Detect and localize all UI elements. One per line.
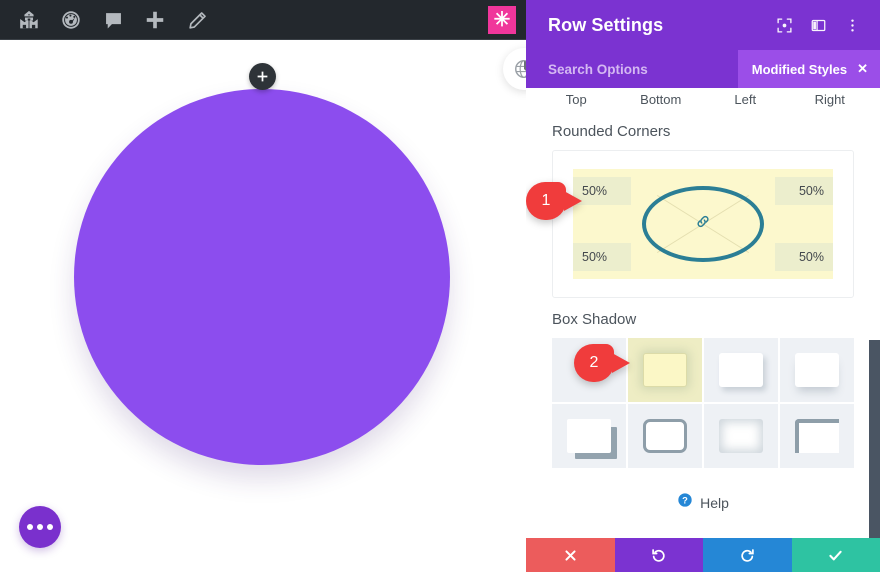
globe-icon[interactable] — [503, 48, 526, 90]
admin-bar-icon-group — [0, 0, 218, 40]
callout-tip — [612, 353, 630, 373]
undo-button[interactable] — [614, 538, 703, 572]
new-content-icon[interactable] — [134, 0, 176, 40]
shadow-preset-hard-offset-preview — [567, 419, 611, 453]
shadow-preset-corner-bracket-preview — [795, 419, 839, 453]
box-shadow-title: Box Shadow — [552, 311, 637, 328]
corner-input-top-right[interactable]: 50% — [775, 177, 833, 205]
screenshot-root: ✳ Row Settings Search Options Modified S… — [0, 0, 880, 572]
rounded-corners-frame: 50% 50% 50% 50% — [552, 150, 854, 298]
panel-scrollbar[interactable] — [869, 88, 880, 538]
save-button[interactable] — [791, 538, 880, 572]
shadow-preset-drop-right[interactable] — [704, 338, 778, 402]
spacing-side-labels: Top Bottom Left Right — [526, 88, 880, 110]
shadow-preset-soft-glow[interactable] — [628, 338, 702, 402]
box-shadow-section: Box Shadow — [526, 311, 880, 468]
admin-bar-right: ✳ — [488, 6, 526, 34]
rounded-corners-title: Rounded Corners — [552, 123, 671, 140]
corner-preview-oval — [642, 186, 764, 262]
modified-styles-label: Modified Styles — [751, 61, 848, 77]
shadow-preset-outline[interactable] — [628, 404, 702, 468]
callout-tip — [564, 191, 582, 211]
shadow-preset-outline-preview — [643, 419, 687, 453]
admin-bar-divider — [0, 39, 526, 40]
expand-view-icon[interactable] — [770, 11, 798, 39]
svg-text:?: ? — [682, 495, 688, 505]
side-label-left: Left — [734, 91, 757, 107]
modified-styles-filter[interactable]: Modified Styles ✕ — [737, 50, 880, 88]
builder-canvas: ✳ — [0, 0, 526, 572]
panel-scrollbar-thumb[interactable] — [869, 340, 880, 538]
row-module-circle[interactable] — [74, 63, 450, 465]
site-home-icon[interactable] — [8, 0, 50, 40]
callout-number: 1 — [541, 192, 551, 209]
close-icon[interactable]: ✕ — [857, 61, 868, 77]
shadow-preset-hard-offset[interactable] — [552, 404, 626, 468]
dashboard-icon[interactable] — [50, 0, 92, 40]
discard-button[interactable] — [526, 538, 615, 572]
shadow-preset-inset-preview — [719, 419, 763, 453]
help-link[interactable]: ? Help — [526, 492, 880, 513]
help-circle-icon: ? — [677, 492, 693, 513]
panel-layout-icon[interactable] — [804, 11, 832, 39]
corner-input-bottom-right[interactable]: 50% — [775, 243, 833, 271]
help-label: Help — [700, 494, 729, 511]
more-options-icon[interactable] — [838, 11, 866, 39]
fab-dot — [37, 524, 43, 530]
shadow-preset-inset[interactable] — [704, 404, 778, 468]
wp-admin-bar: ✳ — [0, 0, 526, 40]
side-label-right: Right — [814, 91, 845, 107]
rounded-corners-control[interactable]: 50% 50% 50% 50% — [573, 169, 833, 279]
add-module-button[interactable] — [249, 63, 276, 90]
callout-number: 2 — [589, 354, 599, 371]
panel-body: Top Bottom Left Right Rounded Corners 50… — [526, 88, 880, 538]
callout-marker-1: 1 — [526, 182, 582, 220]
page-settings-fab[interactable] — [19, 506, 61, 548]
panel-search-bar: Search Options Modified Styles ✕ — [526, 50, 880, 88]
panel-header-icons — [770, 11, 866, 39]
shadow-preset-soft-glow-preview — [643, 353, 687, 387]
side-label-top: Top — [565, 91, 587, 107]
panel-action-bar — [526, 538, 880, 572]
link-icon[interactable] — [695, 213, 712, 235]
row-settings-panel: Row Settings Search Options Modified Sty… — [526, 0, 880, 572]
shadow-preset-drop-right-preview — [719, 353, 763, 387]
search-input[interactable]: Search Options — [548, 62, 738, 77]
shadow-preset-corner-bracket[interactable] — [780, 404, 854, 468]
shadow-preset-drop-bottom-preview — [795, 353, 839, 387]
edit-page-icon[interactable] — [176, 0, 218, 40]
shadow-preset-drop-bottom[interactable] — [780, 338, 854, 402]
comments-icon[interactable] — [92, 0, 134, 40]
circle-shape — [74, 89, 450, 465]
corner-input-bottom-left[interactable]: 50% — [573, 243, 631, 271]
callout-marker-2: 2 — [574, 344, 630, 382]
side-label-bottom: Bottom — [640, 91, 682, 107]
fab-dot — [27, 524, 33, 530]
fab-dot — [47, 524, 53, 530]
divi-logo-icon[interactable]: ✳ — [488, 6, 516, 34]
panel-header: Row Settings — [526, 0, 880, 50]
redo-button[interactable] — [703, 538, 792, 572]
page-title: Row Settings — [548, 14, 664, 35]
